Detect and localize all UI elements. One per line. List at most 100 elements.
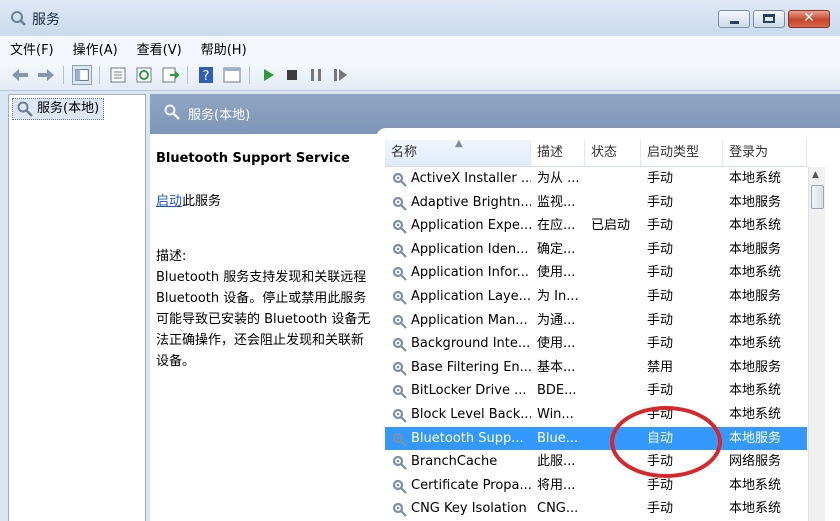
description-line: 法正确操作，还会阻止发现和关联新: [156, 333, 365, 348]
table-row[interactable]: Application Man... 为通... 手动 本地系统: [385, 309, 807, 333]
properties-icon[interactable]: [108, 65, 128, 85]
scrollbar-thumb[interactable]: [811, 185, 824, 209]
service-description-cell: 将用...: [537, 477, 576, 493]
svg-text:?: ?: [203, 69, 210, 84]
service-description-cell: 监视...: [537, 194, 576, 210]
service-name-cell[interactable]: Application Expe...: [385, 214, 531, 238]
service-startup-type-cell: 手动: [647, 288, 674, 304]
service-name-cell[interactable]: Application Iden...: [385, 238, 531, 262]
service-logon-cell: 本地系统: [729, 501, 782, 517]
table-row[interactable]: Application Expe... 在应... 已启动 手动 本地系统: [385, 214, 807, 238]
service-logon-cell: 本地服务: [723, 426, 807, 451]
service-startup-type-cell: 手动: [647, 406, 674, 422]
menu-bar: 文件(F) 操作(A) 查看(V) 帮助(H): [0, 36, 840, 60]
service-name: Block Level Back...: [411, 406, 531, 422]
table-row[interactable]: Bluetooth Supp... Blue... 自动 本地服务: [385, 426, 807, 451]
service-name: Application Man...: [411, 312, 528, 328]
service-name: ActiveX Installer ...: [411, 171, 531, 186]
service-description-cell: 基本...: [537, 359, 576, 375]
toolbar: ?: [0, 60, 840, 91]
table-row[interactable]: Application Infor... 使用... 手动 本地系统: [385, 261, 807, 285]
service-logon-cell: 本地系统: [729, 312, 782, 328]
forward-arrow-icon[interactable]: [36, 65, 56, 85]
stop-icon[interactable]: [282, 65, 302, 85]
service-status-cell: [585, 167, 641, 191]
service-name-cell[interactable]: Adaptive Brightn...: [385, 191, 531, 215]
service-name-cell[interactable]: Application Infor...: [385, 261, 531, 285]
export-icon[interactable]: [160, 65, 180, 85]
service-name-cell[interactable]: Base Filtering En...: [385, 356, 531, 380]
help-icon[interactable]: ?: [196, 65, 216, 85]
service-name-cell[interactable]: CNG Key Isolation: [385, 497, 531, 521]
service-details: Bluetooth Support Service 启动此服务 描述: Blue…: [156, 148, 378, 372]
description-label: 描述:: [156, 249, 187, 264]
service-name-cell[interactable]: Bluetooth Supp...: [385, 426, 531, 451]
service-gear-icon: [392, 432, 407, 447]
service-gear-icon: [392, 267, 407, 282]
service-logon-cell: 本地服务: [729, 194, 782, 210]
service-status-cell: [585, 474, 641, 498]
console-icon[interactable]: [222, 65, 242, 85]
vertical-scrollbar[interactable]: ▲: [808, 167, 825, 521]
refresh-icon[interactable]: [134, 65, 154, 85]
tree-item-services-local[interactable]: 服务(本地): [12, 98, 105, 120]
table-row[interactable]: BranchCache 此服... 手动 网络服务: [385, 450, 807, 474]
menu-view[interactable]: 查看(V): [127, 36, 191, 60]
title-bar[interactable]: 服务 ✕: [0, 0, 840, 36]
show-tree-icon[interactable]: [72, 65, 92, 85]
console-tree: 服务(本地): [8, 94, 146, 521]
column-header-name[interactable]: ▲ 名称: [385, 140, 531, 166]
restart-icon[interactable]: [330, 65, 350, 85]
start-play-icon[interactable]: [258, 65, 278, 85]
pause-icon[interactable]: [306, 65, 326, 85]
service-name-cell[interactable]: BitLocker Drive ...: [385, 379, 531, 403]
service-name-cell[interactable]: Certificate Propa...: [385, 474, 531, 498]
service-status-cell: [585, 379, 641, 403]
service-status-cell: [585, 261, 641, 285]
service-logon-cell: 本地系统: [729, 265, 782, 281]
start-service-suffix: 此服务: [182, 194, 222, 209]
service-logon-cell: 本地系统: [729, 336, 782, 352]
table-row[interactable]: CNG Key Isolation CNG... 手动 本地系统: [385, 497, 807, 521]
menu-file[interactable]: 文件(F): [0, 36, 63, 60]
service-name-cell[interactable]: ActiveX Installer ...: [385, 167, 531, 191]
service-gear-icon: [392, 243, 407, 258]
table-row[interactable]: Adaptive Brightn... 监视... 手动 本地服务: [385, 191, 807, 215]
column-header-logon-as[interactable]: 登录为: [723, 140, 807, 166]
table-row[interactable]: Background Inte... 使用... 手动 本地系统: [385, 332, 807, 356]
column-header-description[interactable]: 描述: [531, 140, 585, 166]
back-arrow-icon[interactable]: [10, 65, 30, 85]
service-name-cell[interactable]: Application Laye...: [385, 285, 531, 309]
table-row[interactable]: BitLocker Drive ... BDE... 手动 本地系统: [385, 379, 807, 403]
column-header-startup-type[interactable]: 启动类型: [641, 140, 723, 166]
minimize-button[interactable]: [718, 10, 750, 28]
description-line: 可能导致已安装的 Bluetooth 设备无: [156, 312, 371, 327]
table-row[interactable]: Block Level Back... Win... 手动 本地系统: [385, 403, 807, 427]
description-line: Bluetooth 服务支持发现和关联远程: [156, 270, 367, 285]
service-logon-cell: 本地系统: [729, 218, 782, 234]
service-name: Bluetooth Supp...: [411, 430, 524, 446]
menu-help[interactable]: 帮助(H): [191, 36, 256, 60]
column-header-status[interactable]: 状态: [585, 140, 641, 166]
service-name-cell[interactable]: Background Inte...: [385, 332, 531, 356]
service-name-cell[interactable]: Application Man...: [385, 309, 531, 333]
table-row[interactable]: Application Iden... 确定... 手动 本地服务: [385, 238, 807, 262]
table-header: ▲ 名称 描述 状态 启动类型 登录为: [385, 140, 807, 167]
menu-action[interactable]: 操作(A): [63, 36, 127, 60]
table-row[interactable]: ActiveX Installer ... 为从 ... 手动 本地系统: [385, 167, 807, 191]
service-gear-icon: [392, 408, 407, 423]
scroll-up-icon[interactable]: ▲: [812, 170, 819, 180]
service-status-cell: [585, 191, 641, 215]
start-service-link[interactable]: 启动: [156, 194, 182, 209]
service-gear-icon: [392, 338, 407, 352]
service-gear-icon: [392, 290, 407, 305]
service-name-cell[interactable]: BranchCache: [385, 450, 531, 474]
table-row[interactable]: Base Filtering En... 基本... 禁用 本地服务: [385, 356, 807, 380]
table-row[interactable]: Application Laye... 为 In... 手动 本地服务: [385, 285, 807, 309]
maximize-button[interactable]: [753, 10, 785, 28]
service-name-cell[interactable]: Block Level Back...: [385, 403, 531, 427]
table-row[interactable]: Certificate Propa... 将用... 手动 本地系统: [385, 474, 807, 498]
services-gear-icon: [11, 11, 26, 26]
close-button[interactable]: ✕: [788, 10, 830, 28]
service-name: Application Laye...: [411, 288, 531, 304]
